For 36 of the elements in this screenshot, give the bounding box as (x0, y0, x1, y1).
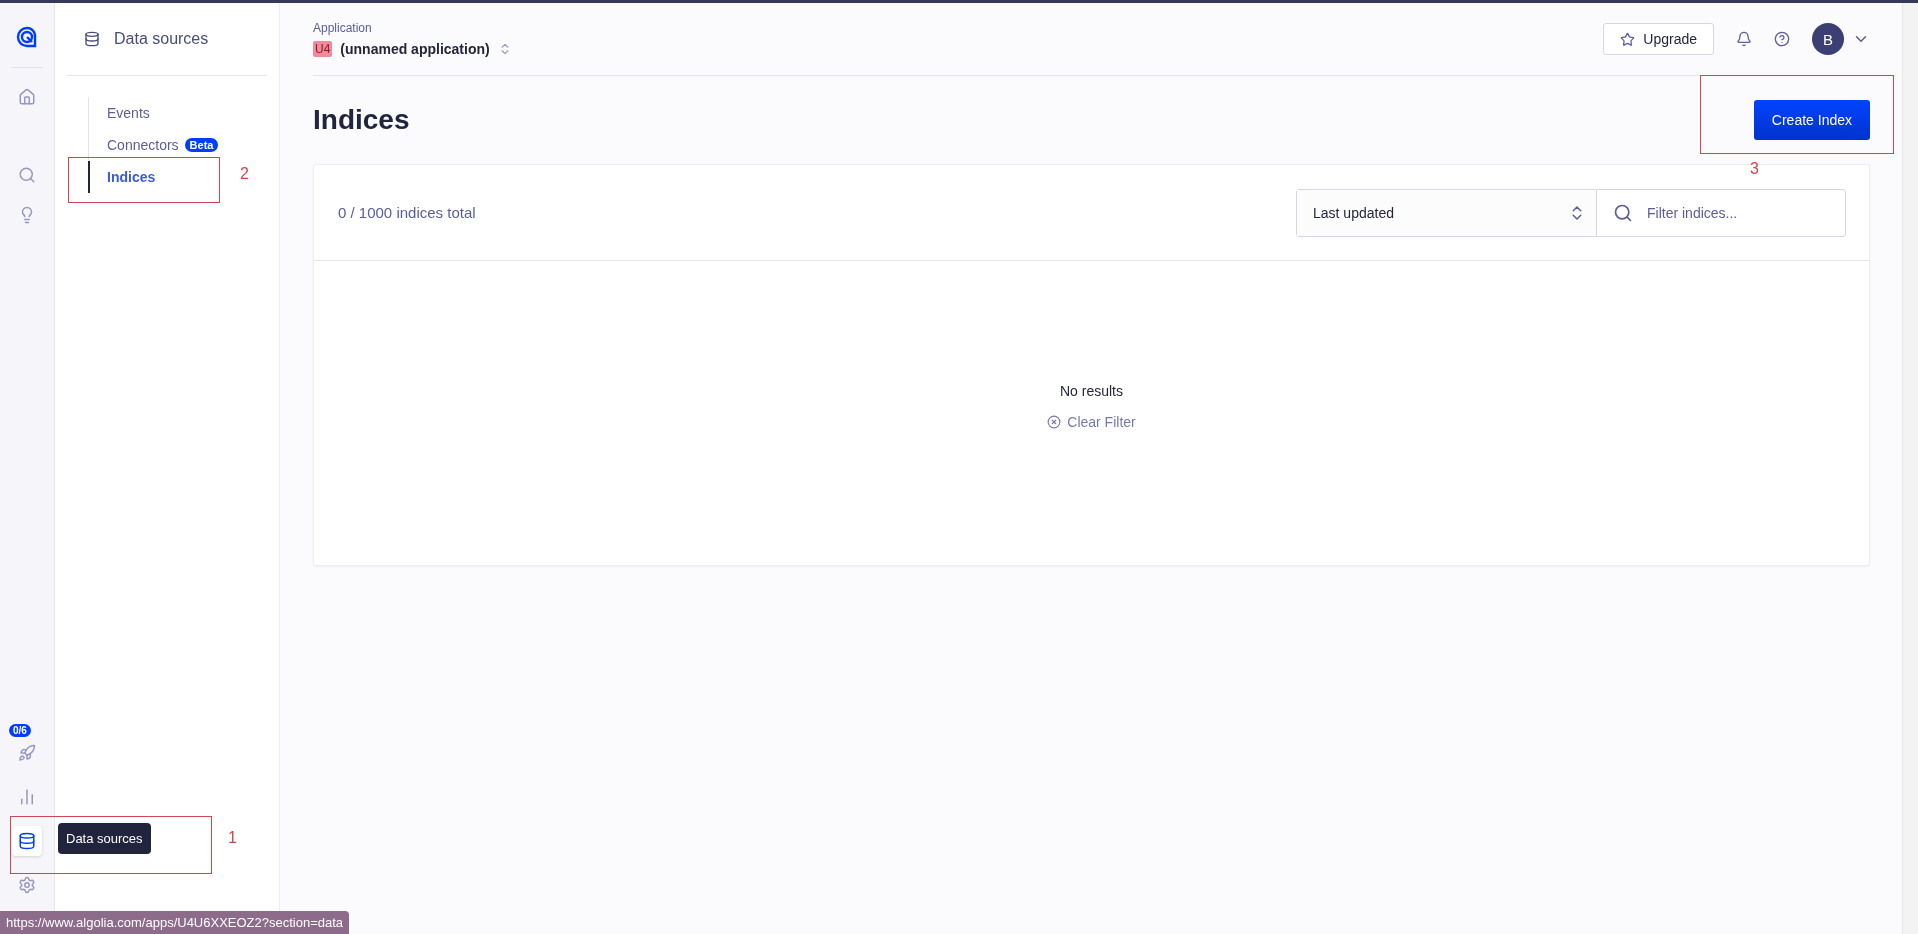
rocket-icon (18, 744, 36, 762)
progress-badge: 0/6 (9, 724, 31, 737)
sidebar-item[interactable]: Connectors Beta (88, 129, 267, 161)
user-avatar[interactable]: B (1812, 23, 1844, 55)
database-icon (18, 832, 36, 850)
sidebar-item[interactable]: Events (88, 97, 267, 129)
clear-icon (1047, 415, 1062, 429)
database-icon (84, 31, 100, 47)
empty-message: No results (1060, 383, 1123, 399)
logo-icon[interactable] (15, 25, 39, 49)
application-label: Application (313, 21, 373, 35)
annotation-number: 1 (228, 829, 237, 847)
indices-count: 0 / 1000 indices total (338, 204, 476, 221)
tooltip: Data sources (58, 823, 151, 854)
scrollbar[interactable] (1902, 3, 1918, 934)
create-index-button[interactable]: Create Index (1753, 100, 1870, 140)
clear-filter-button[interactable]: Clear Filter (1041, 413, 1142, 431)
sidebar-title: Data sources (114, 30, 209, 48)
upgrade-button[interactable]: Upgrade (1603, 23, 1714, 55)
sort-select[interactable]: Last updated (1297, 189, 1597, 236)
star-icon (1620, 31, 1636, 47)
search-icon (18, 166, 36, 184)
status-url: https://www.algolia.com/apps/U4U6XXEOZ2?section=data (0, 911, 350, 934)
app-code-badge: U4 (313, 41, 333, 57)
home-icon (18, 88, 36, 106)
beta-badge: Beta (184, 138, 219, 152)
annotation-number: 3 (1750, 160, 1759, 178)
bar-chart-icon (18, 788, 36, 806)
application-selector[interactable]: (unnamed application) (340, 41, 490, 57)
search-icon (1613, 202, 1633, 223)
help-icon[interactable] (1774, 31, 1790, 47)
bell-icon[interactable] (1736, 31, 1752, 47)
filter-field[interactable]: Filter indices... (1647, 197, 1807, 228)
page-title: Indices (313, 104, 410, 136)
annotation-number: 2 (240, 165, 249, 183)
gear-icon (18, 876, 36, 894)
